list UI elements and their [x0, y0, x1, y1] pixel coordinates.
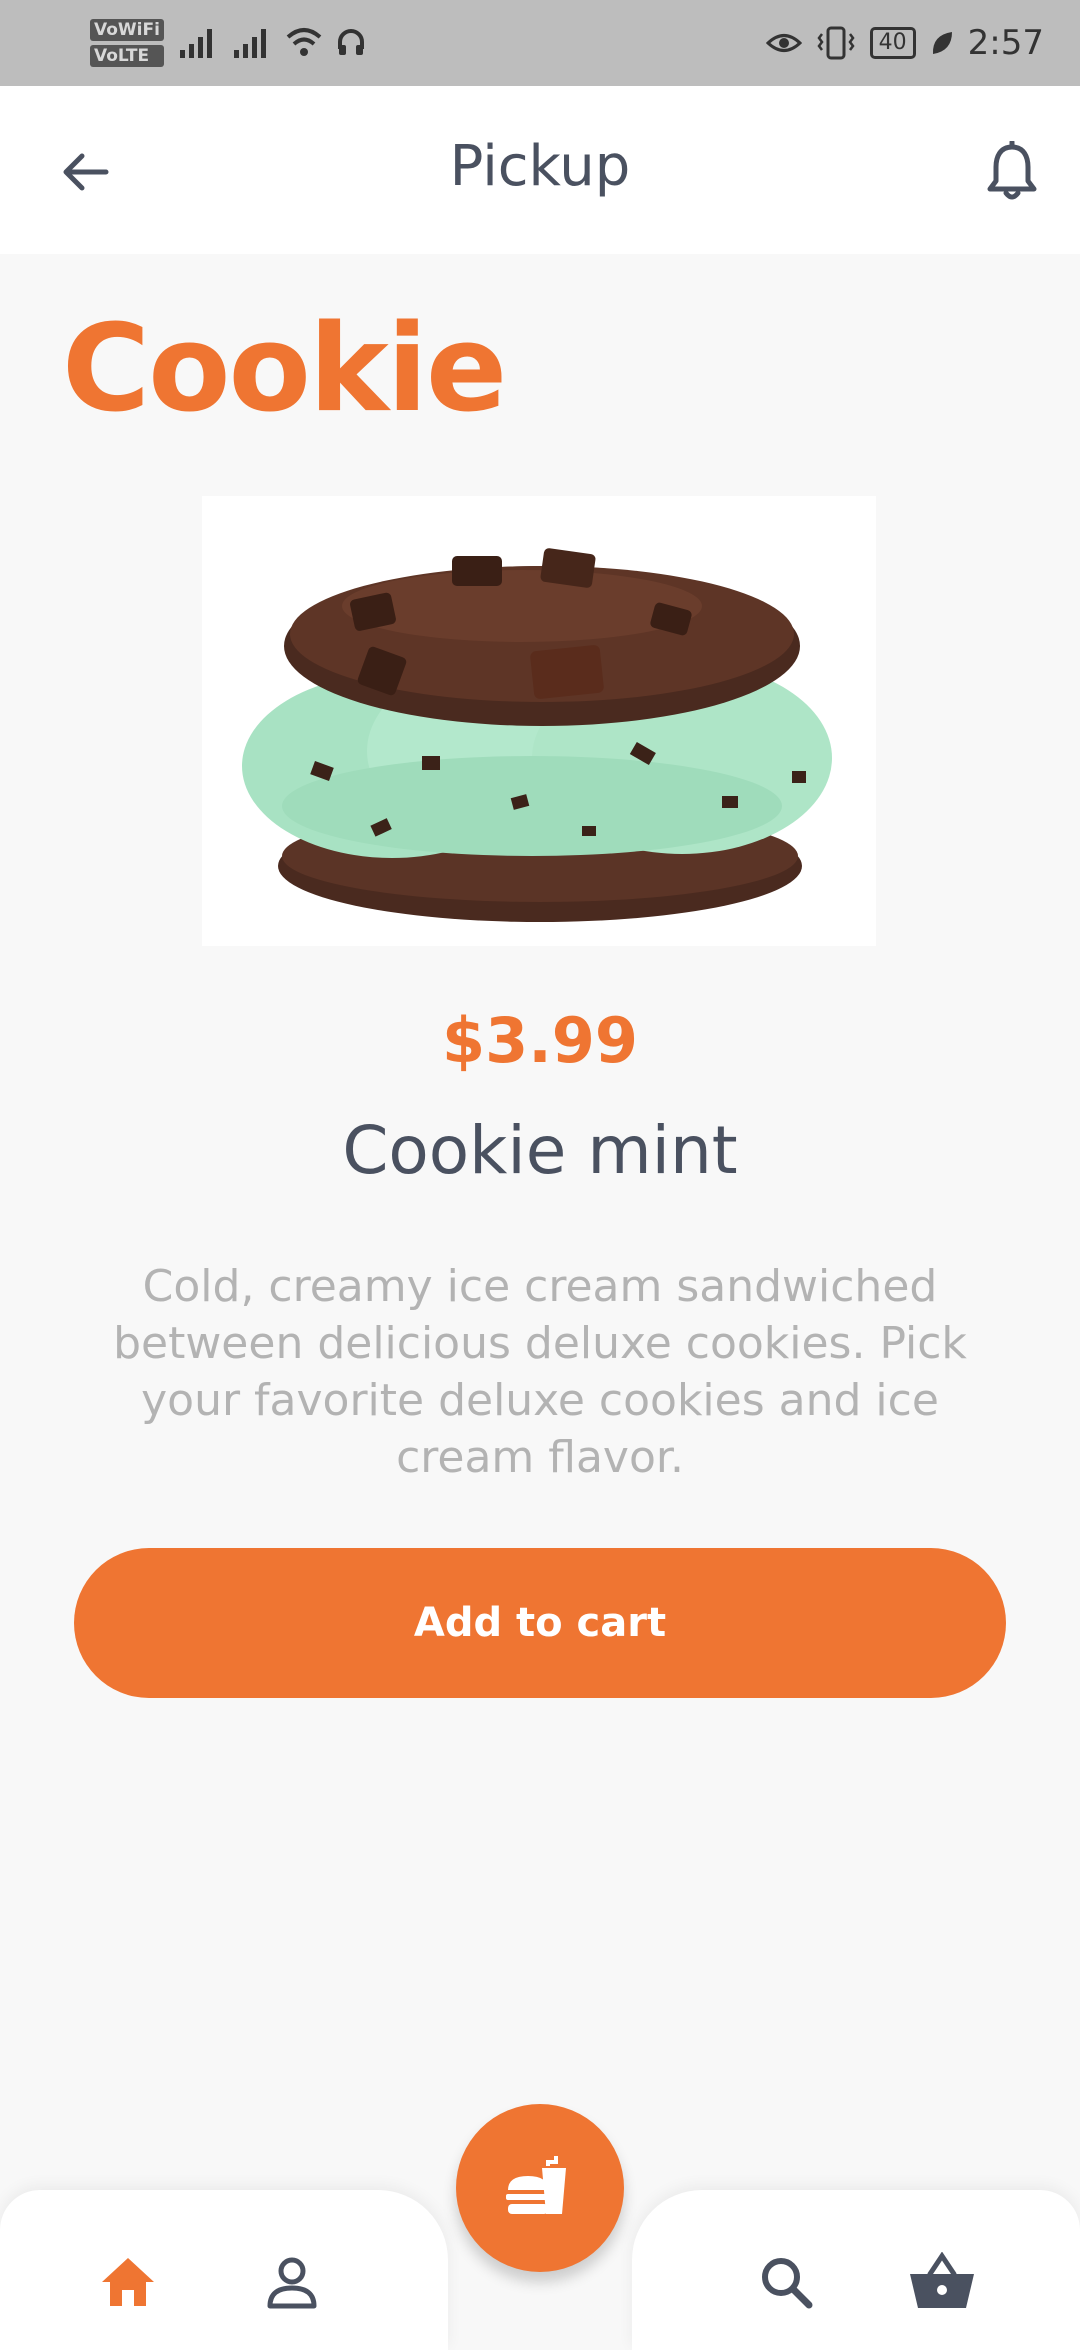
- clock: 2:57: [967, 23, 1044, 63]
- category-title: Cookie: [62, 300, 507, 439]
- wifi-icon: [286, 28, 322, 56]
- bottom-navigation: [0, 2104, 1080, 2350]
- nav-left-panel: [0, 2190, 448, 2350]
- product-name: Cookie mint: [342, 1112, 738, 1189]
- profile-icon: [267, 2257, 317, 2309]
- notifications-button[interactable]: [972, 132, 1052, 212]
- product-image: [202, 496, 876, 946]
- signal-icon: [179, 29, 212, 58]
- vibrate-icon: [817, 26, 855, 60]
- status-bar: VoWiFi VoLTE 40 2:57: [0, 0, 1080, 86]
- menu-fab-button[interactable]: [456, 2104, 624, 2272]
- product-price: $3.99: [441, 1004, 639, 1077]
- battery-indicator: 40: [869, 27, 916, 59]
- nav-profile[interactable]: [252, 2242, 332, 2322]
- home-icon: [102, 2258, 154, 2306]
- add-to-cart-button[interactable]: Add to cart: [74, 1548, 1006, 1698]
- bell-icon: [987, 141, 1037, 200]
- nav-home[interactable]: [88, 2242, 168, 2322]
- nav-basket[interactable]: [902, 2242, 982, 2322]
- status-right: 40 2:57: [765, 0, 1044, 86]
- headset-icon: [337, 29, 364, 55]
- signal-icon: [233, 29, 266, 58]
- product-description: Cold, creamy ice cream sandwiched betwee…: [113, 1261, 967, 1483]
- status-left: VoWiFi VoLTE: [90, 12, 366, 74]
- nav-search[interactable]: [746, 2242, 826, 2322]
- volte-tag: VoLTE: [90, 45, 164, 67]
- page-title: Pickup: [449, 134, 631, 199]
- vowifi-tag: VoWiFi: [90, 19, 164, 41]
- leaf-icon: [932, 32, 952, 54]
- menu-food-icon: [506, 2156, 566, 2214]
- ice-cream-sandwich-image: [242, 548, 832, 922]
- eye-icon: [765, 34, 802, 52]
- app-header: Pickup: [0, 86, 1080, 254]
- basket-icon: [910, 2252, 974, 2308]
- nav-right-panel: [632, 2190, 1080, 2350]
- search-icon: [762, 2258, 813, 2309]
